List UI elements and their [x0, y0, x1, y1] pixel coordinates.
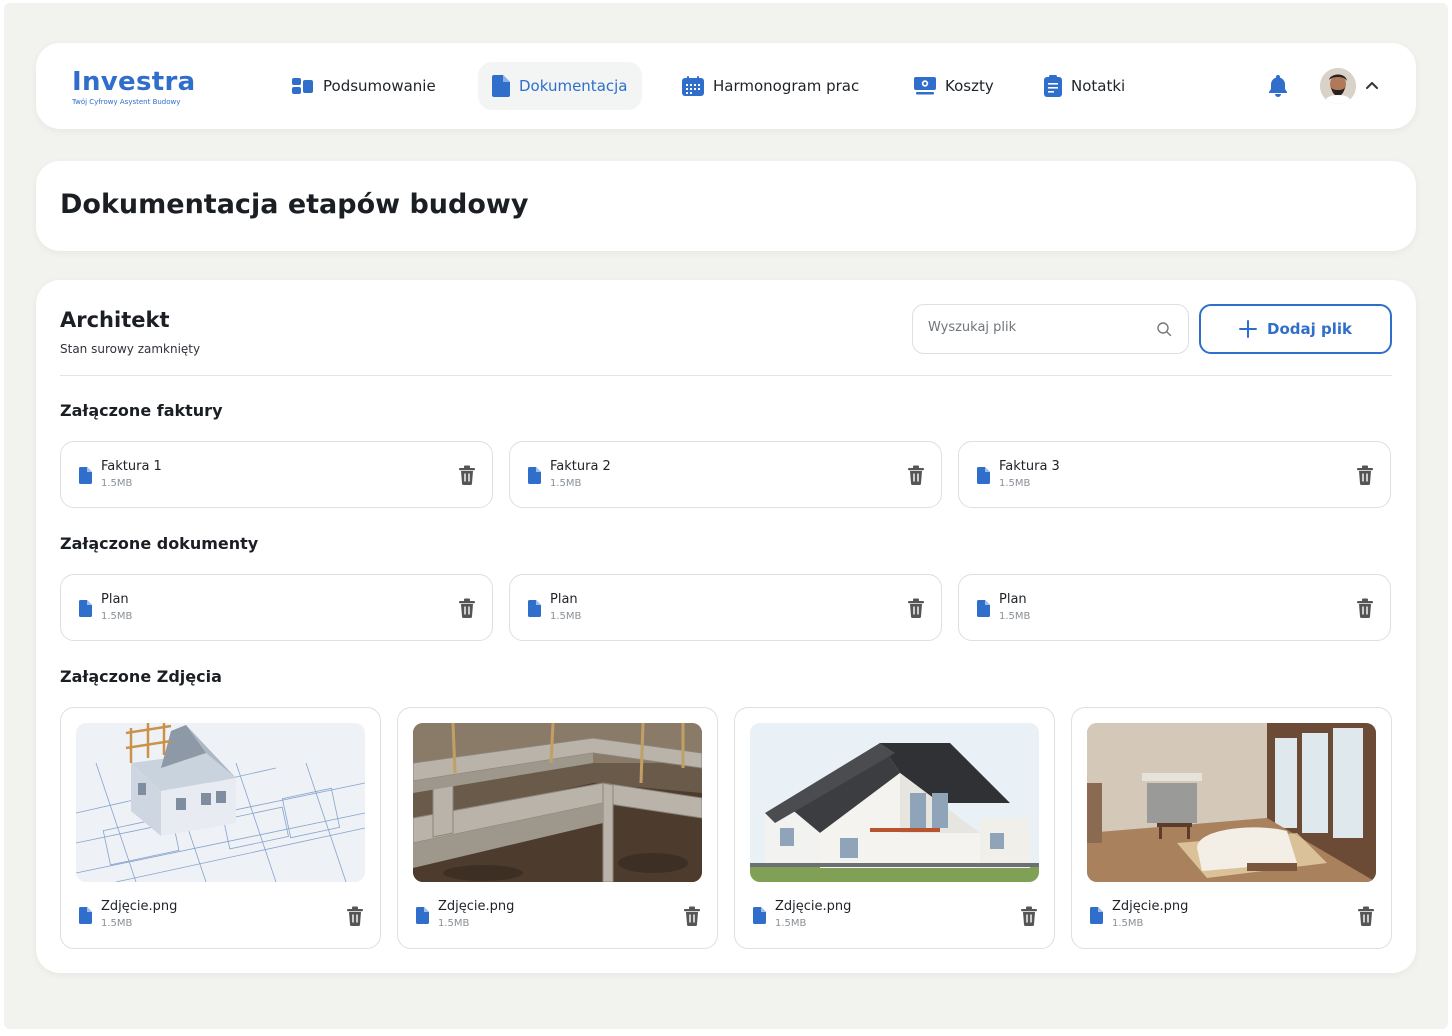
trash-icon[interactable] — [458, 598, 476, 618]
chevron-up-icon[interactable] — [1363, 77, 1381, 95]
file-icon — [416, 907, 429, 924]
logo-subtitle: Twój Cyfrowy Asystent Budowy — [72, 98, 181, 106]
file-icon — [977, 467, 990, 484]
divider — [60, 375, 1392, 376]
search-input[interactable] — [928, 320, 1148, 335]
document-icon — [492, 75, 510, 97]
photo-card[interactable]: Zdjęcie.png 1.5MB — [60, 707, 381, 949]
house-model-on-blueprints-image[interactable] — [76, 723, 365, 882]
concrete-foundation-image[interactable] — [413, 723, 702, 882]
file-size: 1.5MB — [999, 611, 1031, 622]
file-icon — [528, 600, 541, 617]
photos-group-title: Załączone Zdjęcia — [60, 667, 222, 686]
top-navigation-bar: Investra Twój Cyfrowy Asystent Budowy Po… — [36, 43, 1416, 129]
invoice-file-card[interactable]: Faktura 1 1.5MB — [60, 441, 493, 508]
file-icon — [79, 907, 92, 924]
file-size: 1.5MB — [1112, 918, 1144, 929]
nav-label: Dokumentacja — [519, 77, 628, 95]
file-icon — [977, 600, 990, 617]
add-file-button[interactable]: Dodaj plik — [1199, 304, 1392, 354]
add-file-label: Dodaj plik — [1267, 320, 1352, 338]
photo-card[interactable]: Zdjęcie.png 1.5MB — [397, 707, 718, 949]
invoices-group-title: Załączone faktury — [60, 401, 223, 420]
photo-card[interactable]: Zdjęcie.png 1.5MB — [1071, 707, 1392, 949]
file-name: Faktura 1 — [101, 459, 162, 474]
money-icon — [914, 77, 936, 95]
section-subtitle: Stan surowy zamknięty — [60, 342, 201, 356]
file-name: Plan — [999, 592, 1027, 607]
finished-house-exterior-image[interactable] — [750, 723, 1039, 882]
user-avatar[interactable] — [1320, 68, 1356, 104]
file-size: 1.5MB — [101, 611, 133, 622]
nav-item-podsumowanie[interactable]: Podsumowanie — [278, 62, 450, 110]
page-title: Dokumentacja etapów budowy — [60, 189, 529, 220]
invoice-file-card[interactable]: Faktura 3 1.5MB — [958, 441, 1391, 508]
file-name: Zdjęcie.png — [101, 899, 178, 914]
document-file-card[interactable]: Plan 1.5MB — [60, 574, 493, 641]
invoice-file-card[interactable]: Faktura 2 1.5MB — [509, 441, 942, 508]
file-name: Zdjęcie.png — [775, 899, 852, 914]
nav-item-koszty[interactable]: Koszty — [900, 62, 1008, 110]
photo-card[interactable]: Zdjęcie.png 1.5MB — [734, 707, 1055, 949]
trash-icon[interactable] — [907, 465, 925, 485]
nav-label: Notatki — [1071, 77, 1126, 95]
nav-label: Podsumowanie — [323, 77, 436, 95]
search-box — [912, 304, 1189, 354]
nav-label: Harmonogram prac — [713, 77, 860, 95]
file-size: 1.5MB — [101, 918, 133, 929]
trash-icon[interactable] — [458, 465, 476, 485]
section-title: Architekt — [60, 308, 170, 332]
file-name: Zdjęcie.png — [1112, 899, 1189, 914]
file-size: 1.5MB — [101, 478, 133, 489]
trash-icon[interactable] — [1356, 465, 1374, 485]
nav-item-harmonogram[interactable]: Harmonogram prac — [668, 62, 873, 110]
nav-item-notatki[interactable]: Notatki — [1030, 62, 1139, 110]
file-name: Faktura 2 — [550, 459, 611, 474]
file-icon — [79, 600, 92, 617]
file-icon — [528, 467, 541, 484]
page-title-card: Dokumentacja etapów budowy — [36, 161, 1416, 251]
file-size: 1.5MB — [775, 918, 807, 929]
file-icon — [79, 467, 92, 484]
nav-item-dokumentacja[interactable]: Dokumentacja — [478, 62, 642, 110]
notification-bell-icon[interactable] — [1265, 73, 1291, 99]
trash-icon[interactable] — [683, 906, 701, 926]
trash-icon[interactable] — [1356, 598, 1374, 618]
trash-icon[interactable] — [1020, 906, 1038, 926]
file-name: Plan — [101, 592, 129, 607]
plus-icon — [1239, 320, 1257, 338]
file-size: 1.5MB — [999, 478, 1031, 489]
file-name: Plan — [550, 592, 578, 607]
document-file-card[interactable]: Plan 1.5MB — [958, 574, 1391, 641]
search-icon[interactable] — [1156, 321, 1172, 337]
dashboard-icon — [292, 77, 314, 95]
trash-icon[interactable] — [907, 598, 925, 618]
file-name: Zdjęcie.png — [438, 899, 515, 914]
living-room-interior-image[interactable] — [1087, 723, 1376, 882]
logo-title: Investra — [72, 67, 196, 97]
file-icon — [1090, 907, 1103, 924]
file-size: 1.5MB — [550, 478, 582, 489]
file-name: Faktura 3 — [999, 459, 1060, 474]
trash-icon[interactable] — [1357, 906, 1375, 926]
calendar-icon — [682, 76, 704, 96]
document-file-card[interactable]: Plan 1.5MB — [509, 574, 942, 641]
file-size: 1.5MB — [550, 611, 582, 622]
notes-icon — [1044, 75, 1062, 97]
documents-group-title: Załączone dokumenty — [60, 534, 259, 553]
file-size: 1.5MB — [438, 918, 470, 929]
logo[interactable]: Investra Twój Cyfrowy Asystent Budowy — [72, 68, 195, 106]
documentation-section-card: Architekt Stan surowy zamknięty Dodaj pl… — [36, 280, 1416, 973]
file-icon — [753, 907, 766, 924]
nav-label: Koszty — [945, 77, 994, 95]
trash-icon[interactable] — [346, 906, 364, 926]
